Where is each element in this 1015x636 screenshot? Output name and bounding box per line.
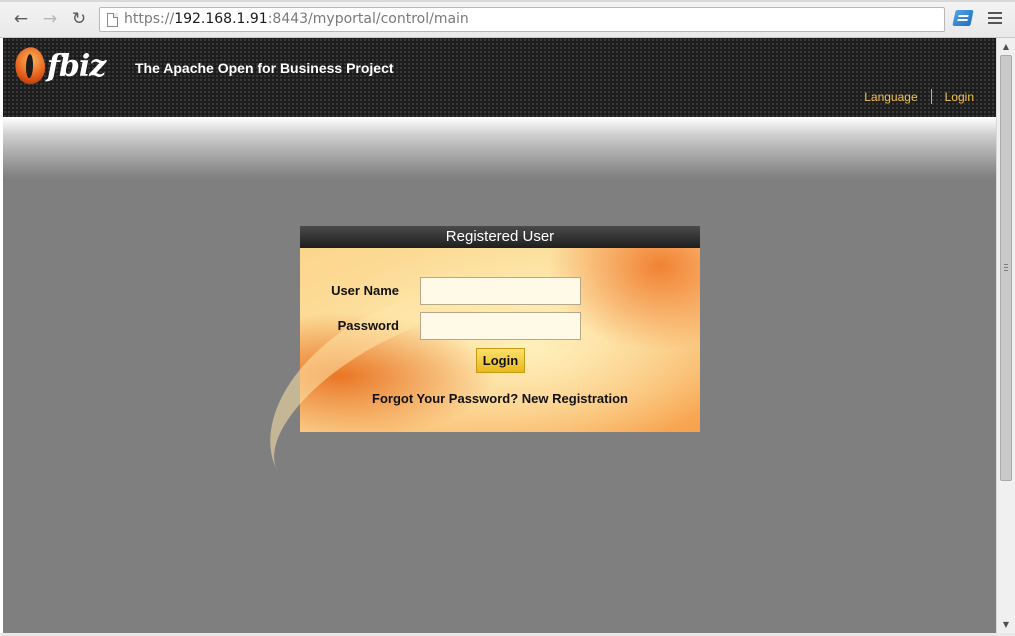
new-registration-link[interactable]: New Registration xyxy=(522,391,628,406)
forgot-password-link[interactable]: Forgot Your Password? xyxy=(372,391,518,406)
browser-menu-icon[interactable] xyxy=(988,12,1002,24)
login-links: Forgot Your Password? New Registration xyxy=(300,391,700,406)
site-title: The Apache Open for Business Project xyxy=(135,60,394,76)
scrollbar-grip-icon xyxy=(1004,264,1008,271)
page-viewport: fbiz The Apache Open for Business Projec… xyxy=(3,38,996,633)
browser-toolbar: ← → ↻ https://192.168.1.91:8443/myportal… xyxy=(0,0,1015,38)
reload-button[interactable]: ↻ xyxy=(68,8,90,30)
password-label: Password xyxy=(337,318,399,333)
login-panel-title: Registered User xyxy=(300,226,700,248)
scroll-up-arrow-icon[interactable]: ▲ xyxy=(997,38,1015,55)
address-bar[interactable]: https://192.168.1.91:8443/myportal/contr… xyxy=(99,7,945,32)
logo-text: fbiz xyxy=(47,48,106,84)
vertical-scrollbar[interactable]: ▲ ▼ xyxy=(996,38,1015,633)
scroll-down-arrow-icon[interactable]: ▼ xyxy=(997,616,1015,633)
header-shadow-band xyxy=(3,117,996,179)
back-button[interactable]: ← xyxy=(10,8,32,30)
language-link[interactable]: Language xyxy=(864,90,917,104)
header-login-link[interactable]: Login xyxy=(945,90,974,104)
login-panel: Registered User User Name Password Login… xyxy=(300,226,700,432)
username-input[interactable] xyxy=(420,277,581,305)
url-host: 192.168.1.91 xyxy=(174,11,268,27)
extension-icon[interactable] xyxy=(952,10,974,26)
header-nav: Language Login xyxy=(864,89,974,104)
url-path: :8443/myportal/control/main xyxy=(267,11,469,27)
url-text[interactable]: https://192.168.1.91:8443/myportal/contr… xyxy=(124,11,469,27)
forward-button[interactable]: → xyxy=(39,8,61,30)
login-submit-button[interactable]: Login xyxy=(476,348,525,373)
scrollbar-thumb[interactable] xyxy=(1000,55,1012,481)
username-label: User Name xyxy=(331,283,399,298)
nav-divider xyxy=(930,89,932,104)
ofbiz-logo-icon xyxy=(10,44,50,88)
password-input[interactable] xyxy=(420,312,581,340)
page-icon xyxy=(107,13,118,27)
url-scheme: https:// xyxy=(124,11,175,27)
site-header: fbiz The Apache Open for Business Projec… xyxy=(3,38,996,117)
ofbiz-logo[interactable]: fbiz xyxy=(10,44,106,88)
tab-strip xyxy=(0,0,1015,2)
